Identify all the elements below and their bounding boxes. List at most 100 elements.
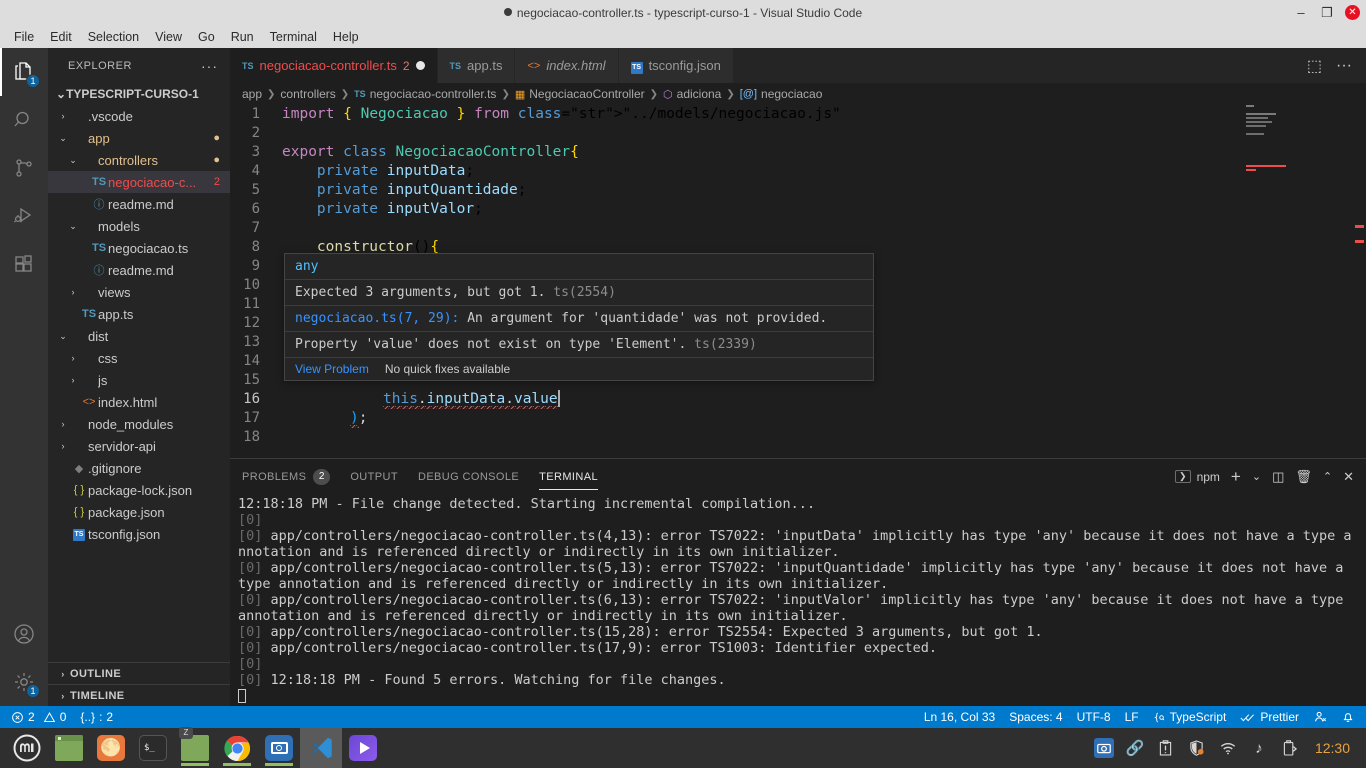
new-terminal-button[interactable]: + [1231, 467, 1241, 487]
tree-item-app-ts[interactable]: TS app.ts [48, 303, 230, 325]
status-ports[interactable]: {..} : 2 [73, 706, 120, 728]
minimap[interactable] [1242, 105, 1352, 458]
breadcrumb-item-adiciona[interactable]: ⬡ adiciona [663, 87, 721, 101]
wifi-icon[interactable] [1218, 738, 1238, 758]
view-problem-link[interactable]: View Problem [295, 362, 369, 376]
sidebar-section-outline[interactable]: › OUTLINE [48, 662, 230, 684]
tree-item--gitignore[interactable]: ◆ .gitignore [48, 457, 230, 479]
tree-item-negociacao-c-[interactable]: TS negociacao-c... 2 [48, 171, 230, 193]
status-indentation[interactable]: Spaces: 4 [1002, 706, 1069, 728]
window-controls[interactable]: – ❐ ✕ [1293, 0, 1360, 25]
terminal-shell-selector[interactable]: ❯ npm [1175, 470, 1220, 484]
activity-extensions[interactable] [0, 240, 48, 288]
activity-source-control[interactable] [0, 144, 48, 192]
status-problems[interactable]: 2 0 [4, 706, 73, 728]
code-editor[interactable]: 1 import { Negociacao } from class="str">… [230, 105, 1366, 458]
taskbar-files-window[interactable]: Z [174, 727, 216, 768]
terminal-prompt-cursor[interactable] [238, 688, 1358, 704]
tree-item-package-json[interactable]: { } package.json [48, 501, 230, 523]
menu-item-help[interactable]: Help [325, 28, 367, 46]
taskbar-firefox[interactable]: 🌕 [90, 728, 132, 768]
bluetooth-icon[interactable]: 🔗 [1125, 738, 1145, 758]
explorer-more-icon[interactable]: ··· [201, 58, 218, 74]
activity-search[interactable] [0, 96, 48, 144]
panel-tab-terminal[interactable]: TERMINAL [539, 459, 598, 494]
maximize-button[interactable]: ❐ [1319, 5, 1335, 21]
minimize-button[interactable]: – [1293, 5, 1309, 21]
explorer-root-folder[interactable]: ⌄ TYPESCRIPT-CURSO-1 [48, 83, 230, 105]
status-cursor-position[interactable]: Ln 16, Col 33 [917, 706, 1002, 728]
taskbar-screenshot-tool[interactable] [258, 728, 300, 768]
tree-item-readme-md[interactable]: ⓘ readme.md [48, 259, 230, 281]
tree-item-negociacao-ts[interactable]: TS negociacao.ts [48, 237, 230, 259]
menu-item-edit[interactable]: Edit [42, 28, 80, 46]
tree-item-dist[interactable]: ⌄ dist [48, 325, 230, 347]
taskbar-file-manager[interactable] [48, 728, 90, 768]
screenshot-icon[interactable] [1093, 738, 1114, 758]
activity-explorer[interactable]: 1 [0, 48, 48, 96]
status-encoding[interactable]: UTF-8 [1070, 706, 1118, 728]
menu-item-view[interactable]: View [147, 28, 190, 46]
taskbar-terminal[interactable]: $_ [132, 728, 174, 768]
tree-item-app[interactable]: ⌄ app ● [48, 127, 230, 149]
activity-settings[interactable]: 1 [0, 658, 48, 706]
tree-item-index-html[interactable]: <> index.html [48, 391, 230, 413]
music-icon[interactable]: ♪ [1249, 738, 1269, 758]
shield-icon[interactable] [1187, 738, 1207, 758]
terminal-dropdown-button[interactable]: ⌄ [1252, 470, 1261, 483]
battery-icon[interactable] [1280, 738, 1300, 758]
taskbar-chrome[interactable] [216, 728, 258, 768]
terminal-output[interactable]: 12:18:18 PM - File change detected. Star… [230, 494, 1366, 706]
editor-more-icon[interactable]: ··· [1336, 57, 1352, 75]
menu-item-go[interactable]: Go [190, 28, 223, 46]
tree-item-servidor-api[interactable]: › servidor-api [48, 435, 230, 457]
menu-item-file[interactable]: File [6, 28, 42, 46]
maximize-panel-button[interactable]: ⌃ [1323, 470, 1332, 483]
menu-item-selection[interactable]: Selection [80, 28, 147, 46]
sidebar-section-timeline[interactable]: › TIMELINE [48, 684, 230, 706]
status-feedback[interactable] [1306, 706, 1334, 728]
activity-run-debug[interactable] [0, 192, 48, 240]
tab-index-html[interactable]: <> index.html [515, 48, 619, 83]
kill-terminal-button[interactable]: 🗑 [1295, 469, 1312, 485]
breadcrumb-item-controllers[interactable]: controllers [280, 87, 335, 101]
tree-item-node-modules[interactable]: › node_modules [48, 413, 230, 435]
breadcrumb-item-app[interactable]: app [242, 87, 262, 101]
activity-accounts[interactable] [0, 610, 48, 658]
taskbar-mint-menu[interactable] [6, 728, 48, 768]
close-button[interactable]: ✕ [1345, 5, 1360, 20]
error-hover-tooltip[interactable]: any Expected 3 arguments, but got 1. ts(… [284, 253, 874, 381]
split-editor-icon[interactable]: ⬚ [1307, 56, 1322, 76]
menu-item-terminal[interactable]: Terminal [262, 28, 325, 46]
clipboard-icon[interactable] [1156, 738, 1176, 758]
status-notifications[interactable] [1334, 706, 1362, 728]
status-language-mode[interactable]: TypeScript [1146, 706, 1234, 728]
tree-item-package-lock-json[interactable]: { } package-lock.json [48, 479, 230, 501]
panel-tab-debug-console[interactable]: DEBUG CONSOLE [418, 459, 519, 494]
status-prettier[interactable]: Prettier [1233, 706, 1306, 728]
tab-negociacao-controller-ts[interactable]: TS negociacao-controller.ts 2 [230, 48, 438, 83]
tab-tsconfig-json[interactable]: TS tsconfig.json [618, 48, 734, 83]
tree-item-css[interactable]: › css [48, 347, 230, 369]
split-terminal-button[interactable]: ◫ [1272, 469, 1284, 485]
tree-item-controllers[interactable]: ⌄ controllers ● [48, 149, 230, 171]
hover-related-link[interactable]: negociacao.ts(7, 29): [295, 311, 459, 326]
tab-dirty-indicator[interactable] [415, 61, 425, 70]
tree-item-tsconfig-json[interactable]: TS tsconfig.json [48, 523, 230, 545]
tab-app-ts[interactable]: TS app.ts [437, 48, 516, 83]
taskbar-vscode[interactable] [300, 728, 342, 768]
tree-item--vscode[interactable]: › .vscode [48, 105, 230, 127]
panel-tab-problems[interactable]: PROBLEMS 2 [242, 459, 331, 494]
tree-item-views[interactable]: › views [48, 281, 230, 303]
panel-tab-output[interactable]: OUTPUT [350, 459, 398, 494]
taskbar-media-player[interactable] [342, 728, 384, 768]
status-eol[interactable]: LF [1118, 706, 1146, 728]
tree-item-readme-md[interactable]: ⓘ readme.md [48, 193, 230, 215]
breadcrumb-item-negociacao[interactable]: [@] negociacao [740, 87, 823, 101]
tree-item-js[interactable]: › js [48, 369, 230, 391]
close-panel-button[interactable]: ✕ [1343, 469, 1354, 485]
breadcrumb-item-negociacaocontroller[interactable]: ▦ NegociacaoController [515, 87, 645, 101]
breadcrumb-item-negociacao-controller-ts[interactable]: TS negociacao-controller.ts [354, 87, 496, 101]
tree-item-models[interactable]: ⌄ models [48, 215, 230, 237]
menu-item-run[interactable]: Run [223, 28, 262, 46]
